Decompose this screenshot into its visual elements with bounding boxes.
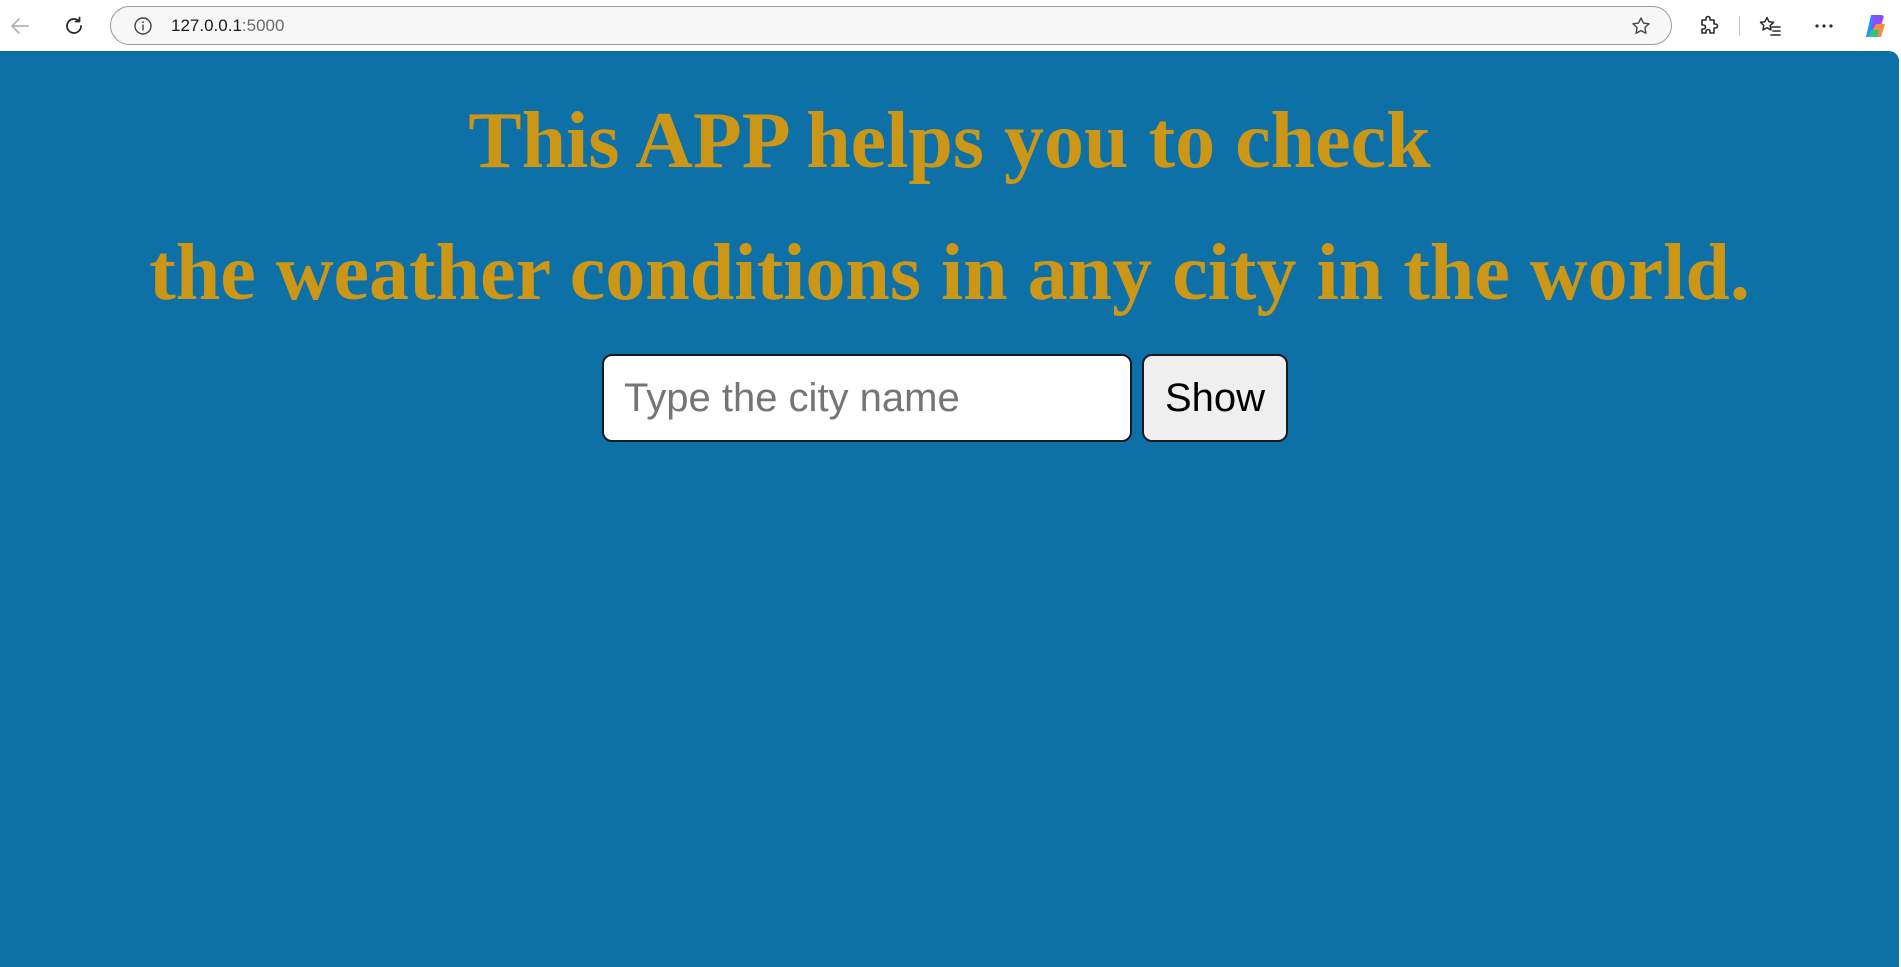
info-icon[interactable] [132, 15, 154, 37]
heading-line-1: This APP helps you to check [468, 97, 1431, 185]
favorites-button[interactable] [1754, 10, 1786, 42]
copilot-icon [1866, 15, 1885, 37]
page-viewport: This APP helps you to check the weather … [0, 51, 1899, 967]
url-host: 127.0.0.1 [171, 16, 242, 35]
extensions-button[interactable] [1693, 10, 1725, 42]
url-port: :5000 [241, 16, 285, 35]
more-dots-icon [1815, 24, 1833, 28]
reload-button[interactable] [58, 10, 90, 42]
puzzle-icon [1701, 15, 1719, 34]
favorites-list-icon [1759, 16, 1781, 36]
toolbar-separator [1739, 16, 1740, 36]
reload-icon [66, 16, 82, 34]
star-icon[interactable] [1629, 14, 1653, 38]
browser-toolbar: 127.0.0.1:5000 [0, 0, 1901, 51]
copilot-button[interactable] [1860, 10, 1892, 42]
more-button[interactable] [1808, 10, 1840, 42]
city-name-input[interactable] [602, 354, 1132, 442]
back-arrow-icon [11, 18, 29, 34]
url-text: 127.0.0.1:5000 [171, 7, 284, 44]
heading-line-2: the weather conditions in any city in th… [149, 229, 1750, 317]
address-bar[interactable]: 127.0.0.1:5000 [110, 6, 1672, 45]
show-button[interactable]: Show [1142, 354, 1288, 442]
back-button[interactable] [4, 10, 36, 42]
